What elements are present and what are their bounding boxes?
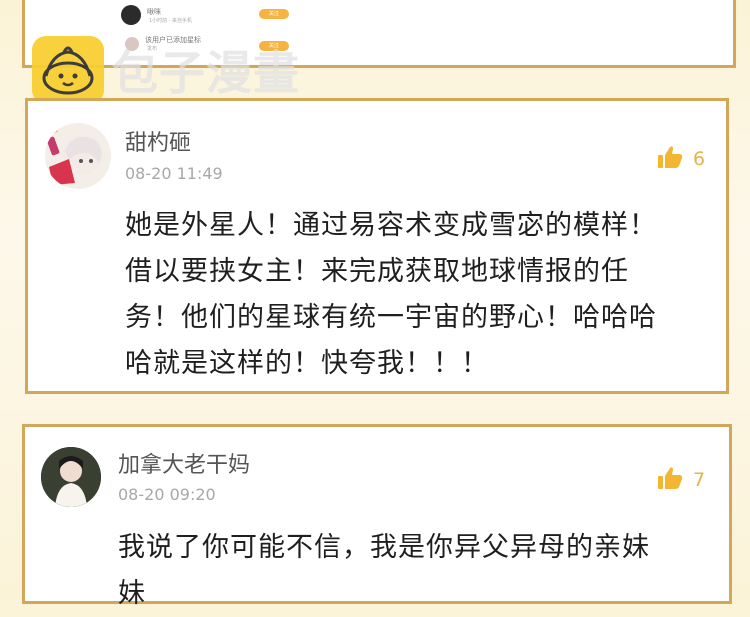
username[interactable]: 甜杓砸 (125, 125, 191, 157)
avatar[interactable] (45, 123, 111, 189)
comment-line: 借以要挟女主！来完成获取地球情报的任 (125, 256, 629, 287)
like-count: 7 (693, 469, 706, 491)
like-button[interactable]: 7 (657, 466, 705, 494)
follow-button-label: 关注 (268, 11, 279, 17)
comment-text: 我说了你可能不信，我是你异父异母的亲妹 妹 (118, 525, 650, 617)
follow-button[interactable]: 关注 (259, 9, 289, 19)
like-button[interactable]: 6 (657, 145, 705, 173)
thumbs-up-icon (657, 466, 683, 494)
comment-card: 甜杓砸 08-20 11:49 6 她是外星人！通过易容术变成雪宓的模样！ 借以… (25, 98, 729, 394)
watermark: 包子漫畫 (32, 36, 300, 104)
like-count: 6 (693, 148, 706, 170)
comment-line: 我说了你可能不信，我是你异父异母的亲妹 (118, 532, 650, 563)
comment-line: 她是外星人！通过易容术变成雪宓的模样！ (125, 210, 657, 241)
comment-line: 哈就是这样的！快夸我！！！ (125, 348, 489, 379)
avatar (121, 5, 141, 25)
mini-username: 啾咪 (147, 7, 161, 16)
timestamp: 08-20 11:49 (125, 164, 223, 183)
username[interactable]: 加拿大老干妈 (118, 447, 250, 479)
mini-meta: 1小时前 · 来自手机 (149, 17, 192, 24)
timestamp: 08-20 09:20 (118, 485, 216, 504)
baozi-bun-icon (32, 36, 104, 104)
watermark-text: 包子漫畫 (112, 46, 300, 100)
mini-comment-row: 啾咪 1小时前 · 来自手机 (121, 5, 192, 25)
thumbs-up-icon (657, 145, 683, 173)
comment-line: 妹 (118, 578, 146, 609)
comment-line: 务！他们的星球有统一宇宙的野心！哈哈哈 (125, 302, 657, 333)
comment-card: 加拿大老干妈 08-20 09:20 7 我说了你可能不信，我是你异父异母的亲妹… (22, 424, 732, 609)
comment-text: 她是外星人！通过易容术变成雪宓的模样！ 借以要挟女主！来完成获取地球情报的任 务… (125, 203, 657, 387)
avatar[interactable] (41, 447, 101, 507)
